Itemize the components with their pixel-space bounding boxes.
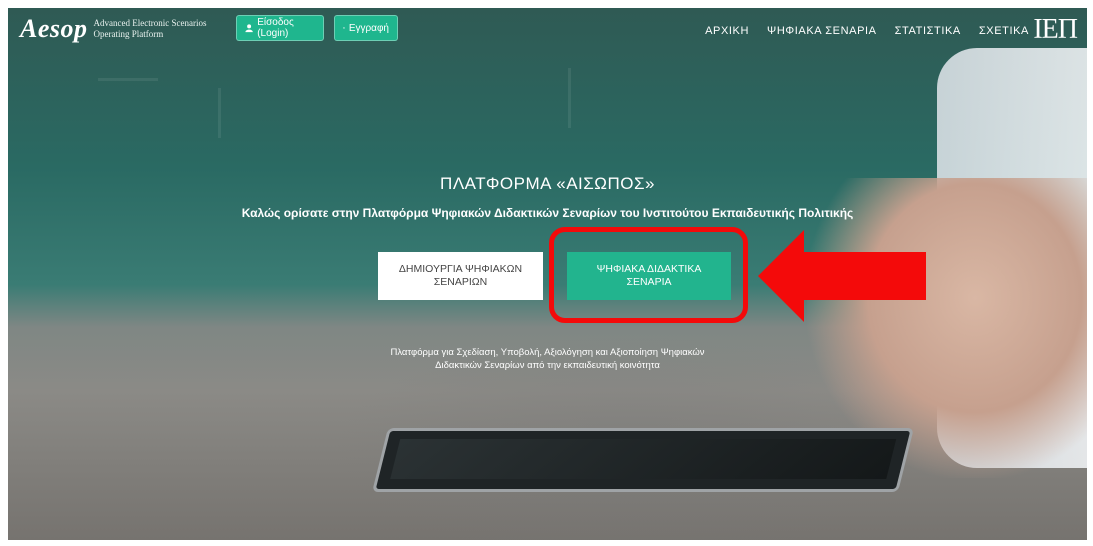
login-button[interactable]: Είσοδος (Login) (236, 15, 324, 41)
logo-line-1: Advanced Electronic Scenarios (93, 18, 207, 28)
login-label: Είσοδος (Login) (257, 17, 294, 39)
logo-mark: Aesop (20, 14, 88, 43)
page-frame: Aesop Advanced Electronic Scenarios Oper… (8, 8, 1087, 540)
nav-digital-scenarios[interactable]: ΨΗΦΙΑΚΑ ΣΕΝΑΡΙΑ (767, 25, 877, 37)
tagline-line-2: Διδακτικών Σεναρίων από την εκπαιδευτική… (435, 360, 660, 371)
hero-title: ΠΛΑΤΦΟΡΜΑ «ΑΙΣΩΠΟΣ» (440, 174, 655, 193)
right-pointing-arrow-icon (758, 230, 926, 322)
hero-tagline: Πλατφόρμα για Σχεδίαση, Υποβολή, Αξιολόγ… (8, 346, 1087, 372)
register-button[interactable]: Εγγραφή (334, 15, 398, 41)
chalkboard-mark (218, 88, 221, 138)
register-icon (343, 27, 345, 29)
background-tablet (372, 428, 914, 492)
nav-home[interactable]: ΑΡΧΙΚΗ (705, 25, 749, 37)
create-scenarios-label: ΔΗΜΙΟΥΡΓΙΑ ΨΗΦΙΑΚΩΝ ΣΕΝΑΡΙΩΝ (398, 263, 523, 288)
hero-subtitle: Καλώς ορίσατε στην Πλατφόρμα Ψηφιακών Δι… (241, 206, 854, 220)
top-navbar: Aesop Advanced Electronic Scenarios Oper… (8, 8, 1087, 56)
logo-line-2: Operating Platform (93, 29, 164, 39)
nav-about[interactable]: ΣΧΕΤΙΚΑ (979, 25, 1029, 37)
chalkboard-mark (98, 78, 158, 81)
chalkboard-mark (568, 68, 571, 128)
register-label: Εγγραφή (348, 22, 389, 34)
highlight-box (549, 227, 748, 323)
logo-subtitle: Advanced Electronic Scenarios Operating … (94, 18, 207, 40)
iep-logo[interactable]: ΙΕΠ (1033, 14, 1078, 46)
aesop-logo[interactable]: Aesop Advanced Electronic Scenarios Oper… (20, 14, 206, 44)
create-scenarios-button[interactable]: ΔΗΜΙΟΥΡΓΙΑ ΨΗΦΙΑΚΩΝ ΣΕΝΑΡΙΩΝ (378, 252, 543, 300)
tagline-line-1: Πλατφόρμα για Σχεδίαση, Υποβολή, Αξιολόγ… (390, 347, 705, 358)
main-nav: ΑΡΧΙΚΗ ΨΗΦΙΑΚΑ ΣΕΝΑΡΙΑ ΣΤΑΤΙΣΤΙΚΑ ΣΧΕΤΙΚ… (705, 25, 1029, 37)
nav-statistics[interactable]: ΣΤΑΤΙΣΤΙΚΑ (895, 25, 961, 37)
user-icon (245, 24, 253, 33)
